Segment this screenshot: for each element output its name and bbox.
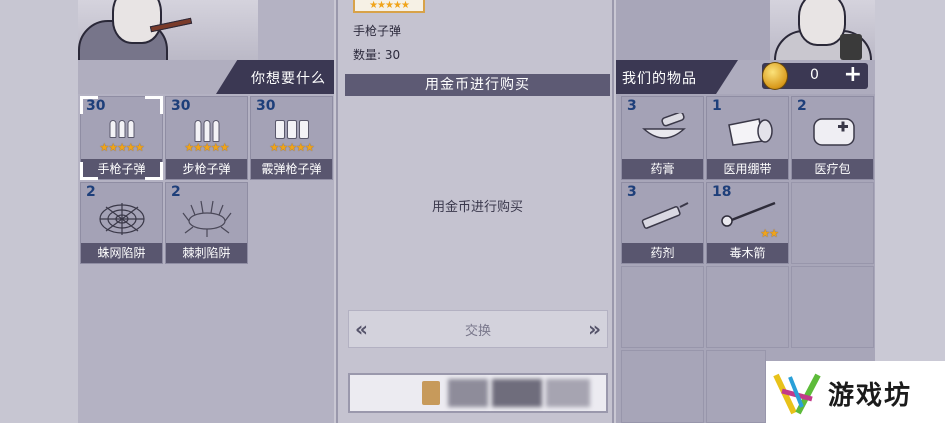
item-label: 药剂 [622, 243, 703, 263]
buy-with-coins-header: 用金币进行购买 [345, 74, 610, 96]
exchange-left-arrow[interactable]: « [355, 317, 368, 341]
item-quantity: 2 [797, 98, 807, 114]
item-label: 毒木箭 [707, 243, 788, 263]
inventory-slot-poison-dart[interactable]: 18 ★★ 毒木箭 [706, 182, 789, 264]
web-trap-icon [98, 203, 145, 235]
inventory-title: 我们的物品 [622, 71, 697, 87]
want-slot-rifle-ammo[interactable]: 30 ★★★★★ 步枪子弹 [165, 96, 248, 180]
item-quantity: 30 [171, 98, 191, 114]
medkit-icon [813, 118, 855, 146]
selected-item-stars: ★★★★★ [353, 0, 425, 13]
pistol-ammo-icon [109, 120, 134, 138]
shotgun-ammo-icon [274, 120, 309, 139]
item-quantity: 30 [256, 98, 276, 114]
spike-trap-icon [182, 200, 231, 237]
empty-inventory-slot[interactable] [706, 350, 766, 423]
selected-item-quantity: 数量: 30 [353, 48, 401, 62]
buy-with-coins-message: 用金币进行购买 [431, 200, 523, 215]
exchange-right-arrow[interactable]: » [588, 317, 601, 341]
selection-corner [145, 162, 163, 180]
want-slot-shotgun-ammo[interactable]: 30 ★★★★★ 霰弹枪子弹 [250, 96, 333, 180]
rating-stars: ★★★★★ [269, 141, 314, 154]
inventory-slot-syringe[interactable]: 3 药剂 [621, 182, 704, 264]
coin-amount: 0 [810, 67, 819, 83]
item-label: 蛛网陷阱 [81, 243, 162, 263]
inventory-slot-bandage[interactable]: 1 医用绷带 [706, 96, 789, 180]
wants-title: 你想要什么 [251, 71, 326, 87]
obscured-content [448, 379, 488, 407]
customer-portrait [78, 0, 258, 60]
wants-header: 你想要什么 [78, 60, 334, 94]
watermark-text: 游戏坊 [828, 381, 913, 411]
inventory-slot-medkit[interactable]: 2 医疗包 [791, 96, 874, 180]
empty-inventory-slot[interactable] [791, 182, 874, 264]
poison-dart-icon [721, 201, 776, 227]
watermark: 游戏坊 [766, 361, 945, 423]
want-slot-spike-trap[interactable]: 2 棘刺陷阱 [165, 182, 248, 264]
rifle-ammo-icon [194, 120, 219, 142]
item-label: 步枪子弹 [166, 159, 247, 179]
want-slot-pistol-ammo[interactable]: 30 ★★★★★ 手枪子弹 [80, 96, 163, 180]
empty-inventory-slot[interactable] [791, 266, 874, 348]
want-slot-web-trap[interactable]: 2 蛛网陷阱 [80, 182, 163, 264]
offer-area[interactable]: 用金币进行购买 [345, 96, 610, 306]
rating-stars: ★★ [760, 227, 779, 240]
coin-icon [422, 381, 440, 405]
confirm-trade-button[interactable] [348, 373, 608, 413]
empty-inventory-slot[interactable] [706, 266, 789, 348]
selection-corner [145, 96, 163, 114]
background-left [0, 0, 78, 423]
watermark-logo-icon [773, 373, 821, 415]
item-quantity: 18 [712, 184, 732, 200]
background-right [875, 0, 945, 423]
inventory-slot-ointment[interactable]: 3 药膏 [621, 96, 704, 180]
add-coins-button[interactable]: + [844, 62, 862, 88]
item-quantity: 3 [627, 98, 637, 114]
selection-corner [80, 162, 98, 180]
empty-inventory-slot[interactable] [621, 266, 704, 348]
item-label: 霰弹枪子弹 [251, 159, 332, 179]
merchant-portrait [770, 0, 875, 60]
rating-stars: ★★★★★ [99, 141, 144, 154]
selected-item-name: 手枪子弹 [353, 24, 402, 38]
selection-corner [80, 96, 98, 114]
exchange-button[interactable]: 交换 [465, 320, 491, 339]
item-label: 棘刺陷阱 [166, 243, 247, 263]
obscured-content [492, 379, 542, 407]
item-label: 药膏 [622, 159, 703, 179]
exchange-bar: « 交换 » [348, 310, 608, 348]
item-quantity: 1 [712, 98, 722, 114]
item-label: 医用绷带 [707, 159, 788, 179]
ointment-icon [642, 113, 686, 139]
gold-coin-icon [762, 62, 788, 90]
syringe-icon [641, 202, 689, 229]
item-label: 医疗包 [792, 159, 873, 179]
item-quantity: 3 [627, 184, 637, 200]
empty-inventory-slot[interactable] [621, 350, 704, 423]
bandage-icon [728, 118, 773, 146]
rating-stars: ★★★★★ [184, 141, 229, 154]
obscured-content [546, 379, 590, 407]
coin-balance: 0 + [762, 62, 868, 90]
